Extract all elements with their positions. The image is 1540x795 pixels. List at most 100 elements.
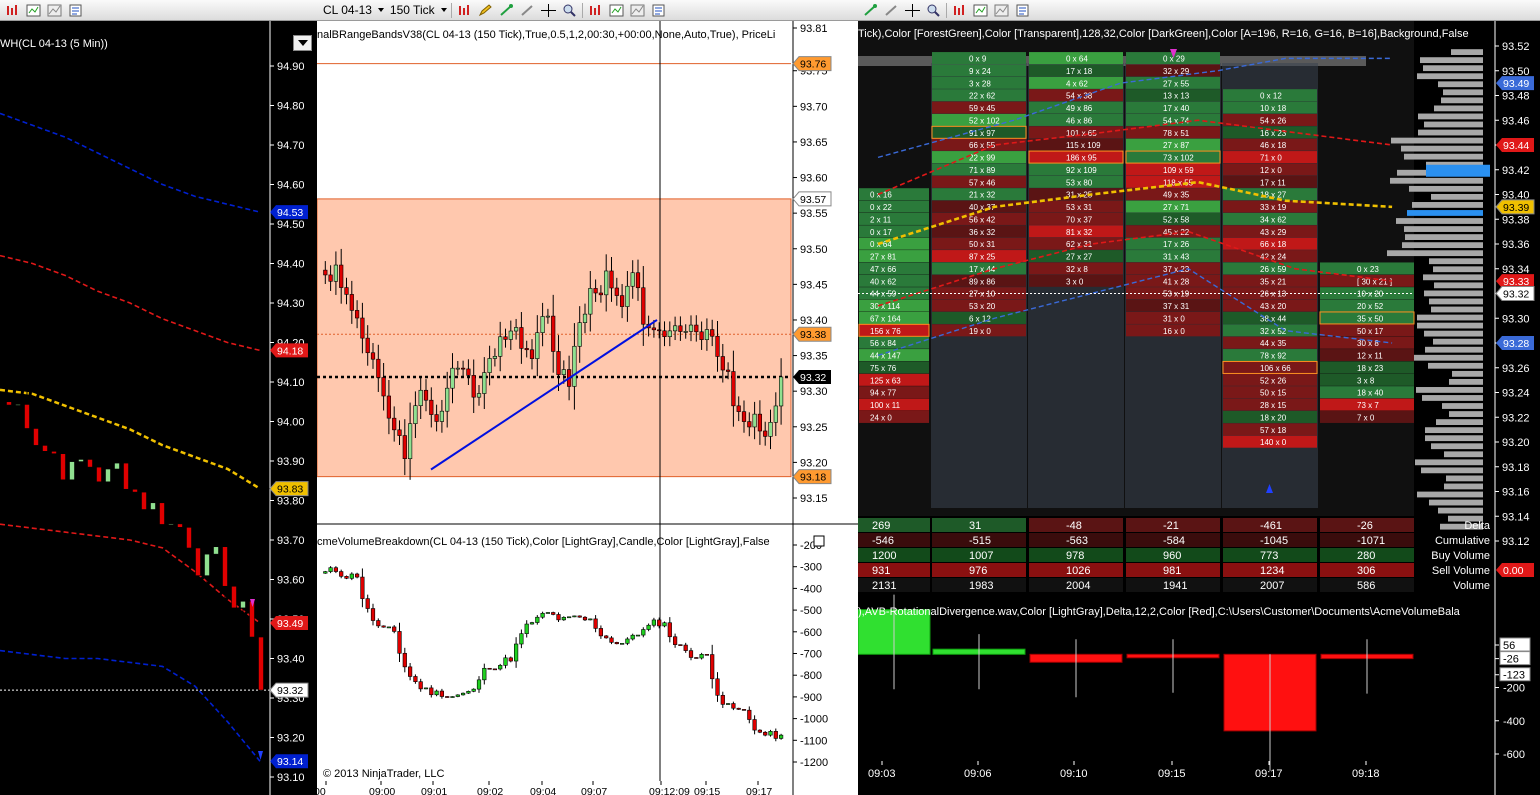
volume-profile-bar — [1418, 113, 1483, 120]
zoom-icon[interactable] — [561, 3, 578, 18]
middle-candle — [545, 315, 551, 318]
middle-candle — [635, 272, 641, 289]
sub-axis-tick-label: -1000 — [800, 714, 828, 726]
cursor-icon[interactable] — [883, 3, 900, 18]
draw-tool-icon[interactable] — [862, 3, 879, 18]
volume-profile-bar — [1391, 137, 1483, 144]
footprint-cell-text: 100 x 11 — [870, 401, 901, 410]
data-box-icon[interactable] — [972, 3, 989, 18]
data-box-icon[interactable] — [25, 3, 42, 18]
volume-profile-bar — [1444, 483, 1483, 490]
middle-candle — [593, 288, 598, 294]
middle-price-label-text: 93.38 — [800, 329, 826, 341]
left-axis-tick-label: 94.10 — [277, 377, 305, 389]
chart-trader-icon[interactable] — [993, 3, 1010, 18]
sub-candle — [635, 634, 641, 637]
footprint-cell-text: 24 x 0 — [870, 413, 892, 422]
left-band-line — [0, 523, 261, 624]
sub-axis-tick-label: -1100 — [800, 735, 827, 747]
footprint-cell-text: 22 x 62 — [969, 92, 996, 101]
sub-candle — [672, 636, 678, 645]
sub-candle — [604, 635, 609, 639]
footprint-cell-text: 27 x 71 — [1163, 203, 1190, 212]
left-chart-pane[interactable]: WH(CL 04-13 (5 Min)) 94.90 94.80 94.70 94.6… — [0, 0, 317, 795]
sub-axis-tick-label: -1200 — [800, 757, 828, 769]
right-axis-tick-label: 93.24 — [1502, 388, 1530, 400]
right-axis-tick-label: 93.34 — [1502, 264, 1530, 276]
left-price-chart[interactable]: 94.9094.8094.7094.6094.5094.4094.3094.20… — [0, 21, 317, 795]
sub-candle — [598, 628, 604, 637]
left-price-label-text: 93.32 — [277, 685, 303, 697]
stats-cell-text: 978 — [1066, 550, 1084, 562]
chart-trader-icon[interactable] — [629, 3, 646, 18]
middle-candle — [439, 410, 444, 422]
sub-candle — [582, 616, 588, 621]
middle-candle — [715, 335, 720, 357]
period-selector[interactable]: 150 Tick — [388, 3, 437, 17]
volume-profile-bar — [1401, 145, 1483, 152]
data-box-icon[interactable] — [608, 3, 625, 18]
stats-row-name: Buy Volume — [1431, 550, 1490, 562]
chart-trader-icon[interactable] — [46, 3, 63, 18]
crosshair-icon[interactable] — [904, 3, 921, 18]
indicators-icon[interactable] — [951, 3, 968, 18]
bar-type-icon[interactable] — [456, 3, 473, 18]
footprint-cell-text: 78 x 51 — [1163, 129, 1190, 138]
sub-candle — [614, 642, 619, 645]
volume-profile-bar — [1446, 475, 1483, 482]
properties-icon[interactable] — [650, 3, 667, 18]
bars-icon[interactable] — [4, 3, 21, 18]
instrument-selector[interactable]: CL 04-13 — [321, 3, 374, 17]
middle-price-chart[interactable]: 93.8193.7593.7093.6593.6093.5593.5093.45… — [317, 21, 858, 795]
sub-candle — [418, 681, 423, 690]
zoom-icon[interactable] — [925, 3, 942, 18]
chevron-down-icon[interactable] — [377, 8, 384, 12]
footprint-cell-text: 19 x 0 — [969, 327, 991, 336]
cursor-icon[interactable] — [519, 3, 536, 18]
footprint-cell-text: 70 x 37 — [1066, 215, 1093, 224]
sub-candle — [625, 638, 630, 644]
left-axis-tick-label: 94.90 — [277, 61, 305, 73]
left-toolbar — [0, 0, 317, 21]
footprint-cell-text: 52 x 26 — [1260, 376, 1287, 385]
volume-profile-bar — [1417, 73, 1483, 80]
footprint-cell-text: 54 x 26 — [1260, 116, 1287, 125]
left-candle — [51, 451, 57, 455]
crosshair-icon[interactable] — [540, 3, 557, 18]
volume-profile-bar — [1387, 250, 1483, 257]
right-footprint-pane[interactable]: 0 x 16 0 x 22 2 x 11 0 x 17 0 x 64 27 x 81 47 … — [858, 0, 1540, 795]
stats-cell-text: 280 — [1357, 550, 1375, 562]
middle-candle — [704, 329, 710, 340]
middle-candle — [418, 389, 423, 407]
chevron-down-icon[interactable] — [440, 8, 447, 12]
stats-cell-text: 981 — [1163, 565, 1181, 577]
footprint-cell-text: 26 x 13 — [1260, 290, 1287, 299]
middle-candle — [423, 389, 429, 401]
sub-candle — [323, 571, 328, 574]
sub-axis-tick-label: -400 — [800, 583, 822, 595]
sub-axis-tick-label: -900 — [800, 692, 822, 704]
properties-icon[interactable] — [1014, 3, 1031, 18]
right-footprint-chart[interactable]: 0 x 16 0 x 22 2 x 11 0 x 17 0 x 64 27 x 81 47 … — [858, 21, 1540, 795]
volume-profile-bar — [1409, 185, 1483, 192]
x-axis-tick-label: 09:17 — [746, 786, 772, 795]
div-axis-tick-label: 56 — [1503, 640, 1515, 652]
properties-icon[interactable] — [67, 3, 84, 18]
sub-axis-tick-label: -700 — [800, 649, 822, 661]
draw-tool-icon[interactable] — [498, 3, 515, 18]
middle-candle — [429, 399, 434, 415]
middle-chart-pane[interactable]: CL 04-13 150 Tick 93.81 93.75 93.70 93.65 93… — [317, 0, 858, 795]
pencil-icon[interactable] — [477, 3, 494, 18]
volume-profile-bar — [1423, 65, 1483, 72]
footprint-cell-text: 57 x 18 — [1260, 426, 1287, 435]
left-candle — [60, 453, 66, 481]
footprint-cell-text: 35 x 21 — [1260, 277, 1287, 286]
middle-candle — [651, 327, 657, 331]
indicators-icon[interactable] — [587, 3, 604, 18]
middle-candle — [556, 351, 561, 375]
middle-candle — [773, 405, 778, 423]
stats-cell-text: -461 — [1260, 520, 1282, 532]
middle-candle — [503, 336, 508, 340]
middle-candle — [402, 435, 407, 460]
middle-toolbar: CL 04-13 150 Tick — [317, 0, 858, 21]
